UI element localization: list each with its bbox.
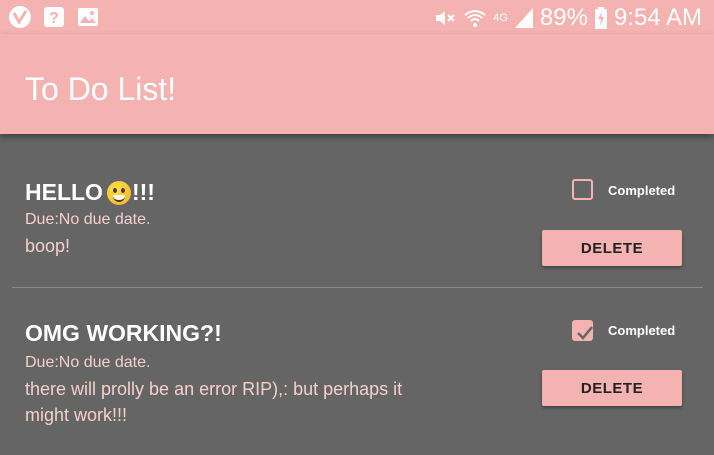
item-title: OMG WORKING?!: [25, 320, 222, 346]
item-description: there will prolly be an error RIP),: but…: [25, 379, 403, 425]
completed-checkbox[interactable]: [572, 179, 593, 200]
svg-text:?: ?: [49, 10, 59, 27]
mute-icon: [436, 11, 455, 25]
wifi-icon: [464, 10, 486, 27]
page-title: To Do List!: [25, 71, 177, 107]
divider: [12, 287, 703, 288]
system-status: 4G 89% 9:54 AM: [433, 4, 702, 32]
todo-list: HELLO !!! Due:No due date. boop! Complet…: [0, 134, 714, 455]
delete-button[interactable]: DELETE: [542, 230, 682, 266]
completed-checkbox[interactable]: [572, 320, 593, 341]
item-description: boop!: [25, 236, 71, 256]
help-box-icon: ?: [44, 7, 64, 27]
app-bar: To Do List!: [0, 34, 714, 134]
clock: 9:54 AM: [613, 4, 702, 31]
status-bar: ? 4G 89% 9:54 AM: [0, 0, 714, 34]
image-icon: [78, 8, 98, 26]
completed-label: Completed: [608, 183, 676, 198]
signal-icon: [514, 8, 533, 28]
battery-charging-icon: [594, 7, 607, 29]
v-app-icon: [9, 6, 31, 28]
item-title-text: HELLO: [25, 179, 103, 205]
due-date: Due:No due date.: [25, 211, 151, 228]
notification-icons: ?: [8, 5, 100, 29]
battery-percent: 89%: [539, 4, 588, 31]
grinning-emoji-icon: [106, 180, 131, 205]
completed-label: Completed: [608, 323, 676, 338]
delete-button[interactable]: DELETE: [542, 370, 682, 406]
network-type: 4G: [493, 12, 508, 24]
item-title-suffix: !!!: [131, 179, 155, 205]
due-date: Due:No due date.: [25, 354, 151, 371]
checkmark-icon: [577, 326, 593, 340]
item-title: HELLO !!!: [25, 179, 155, 206]
